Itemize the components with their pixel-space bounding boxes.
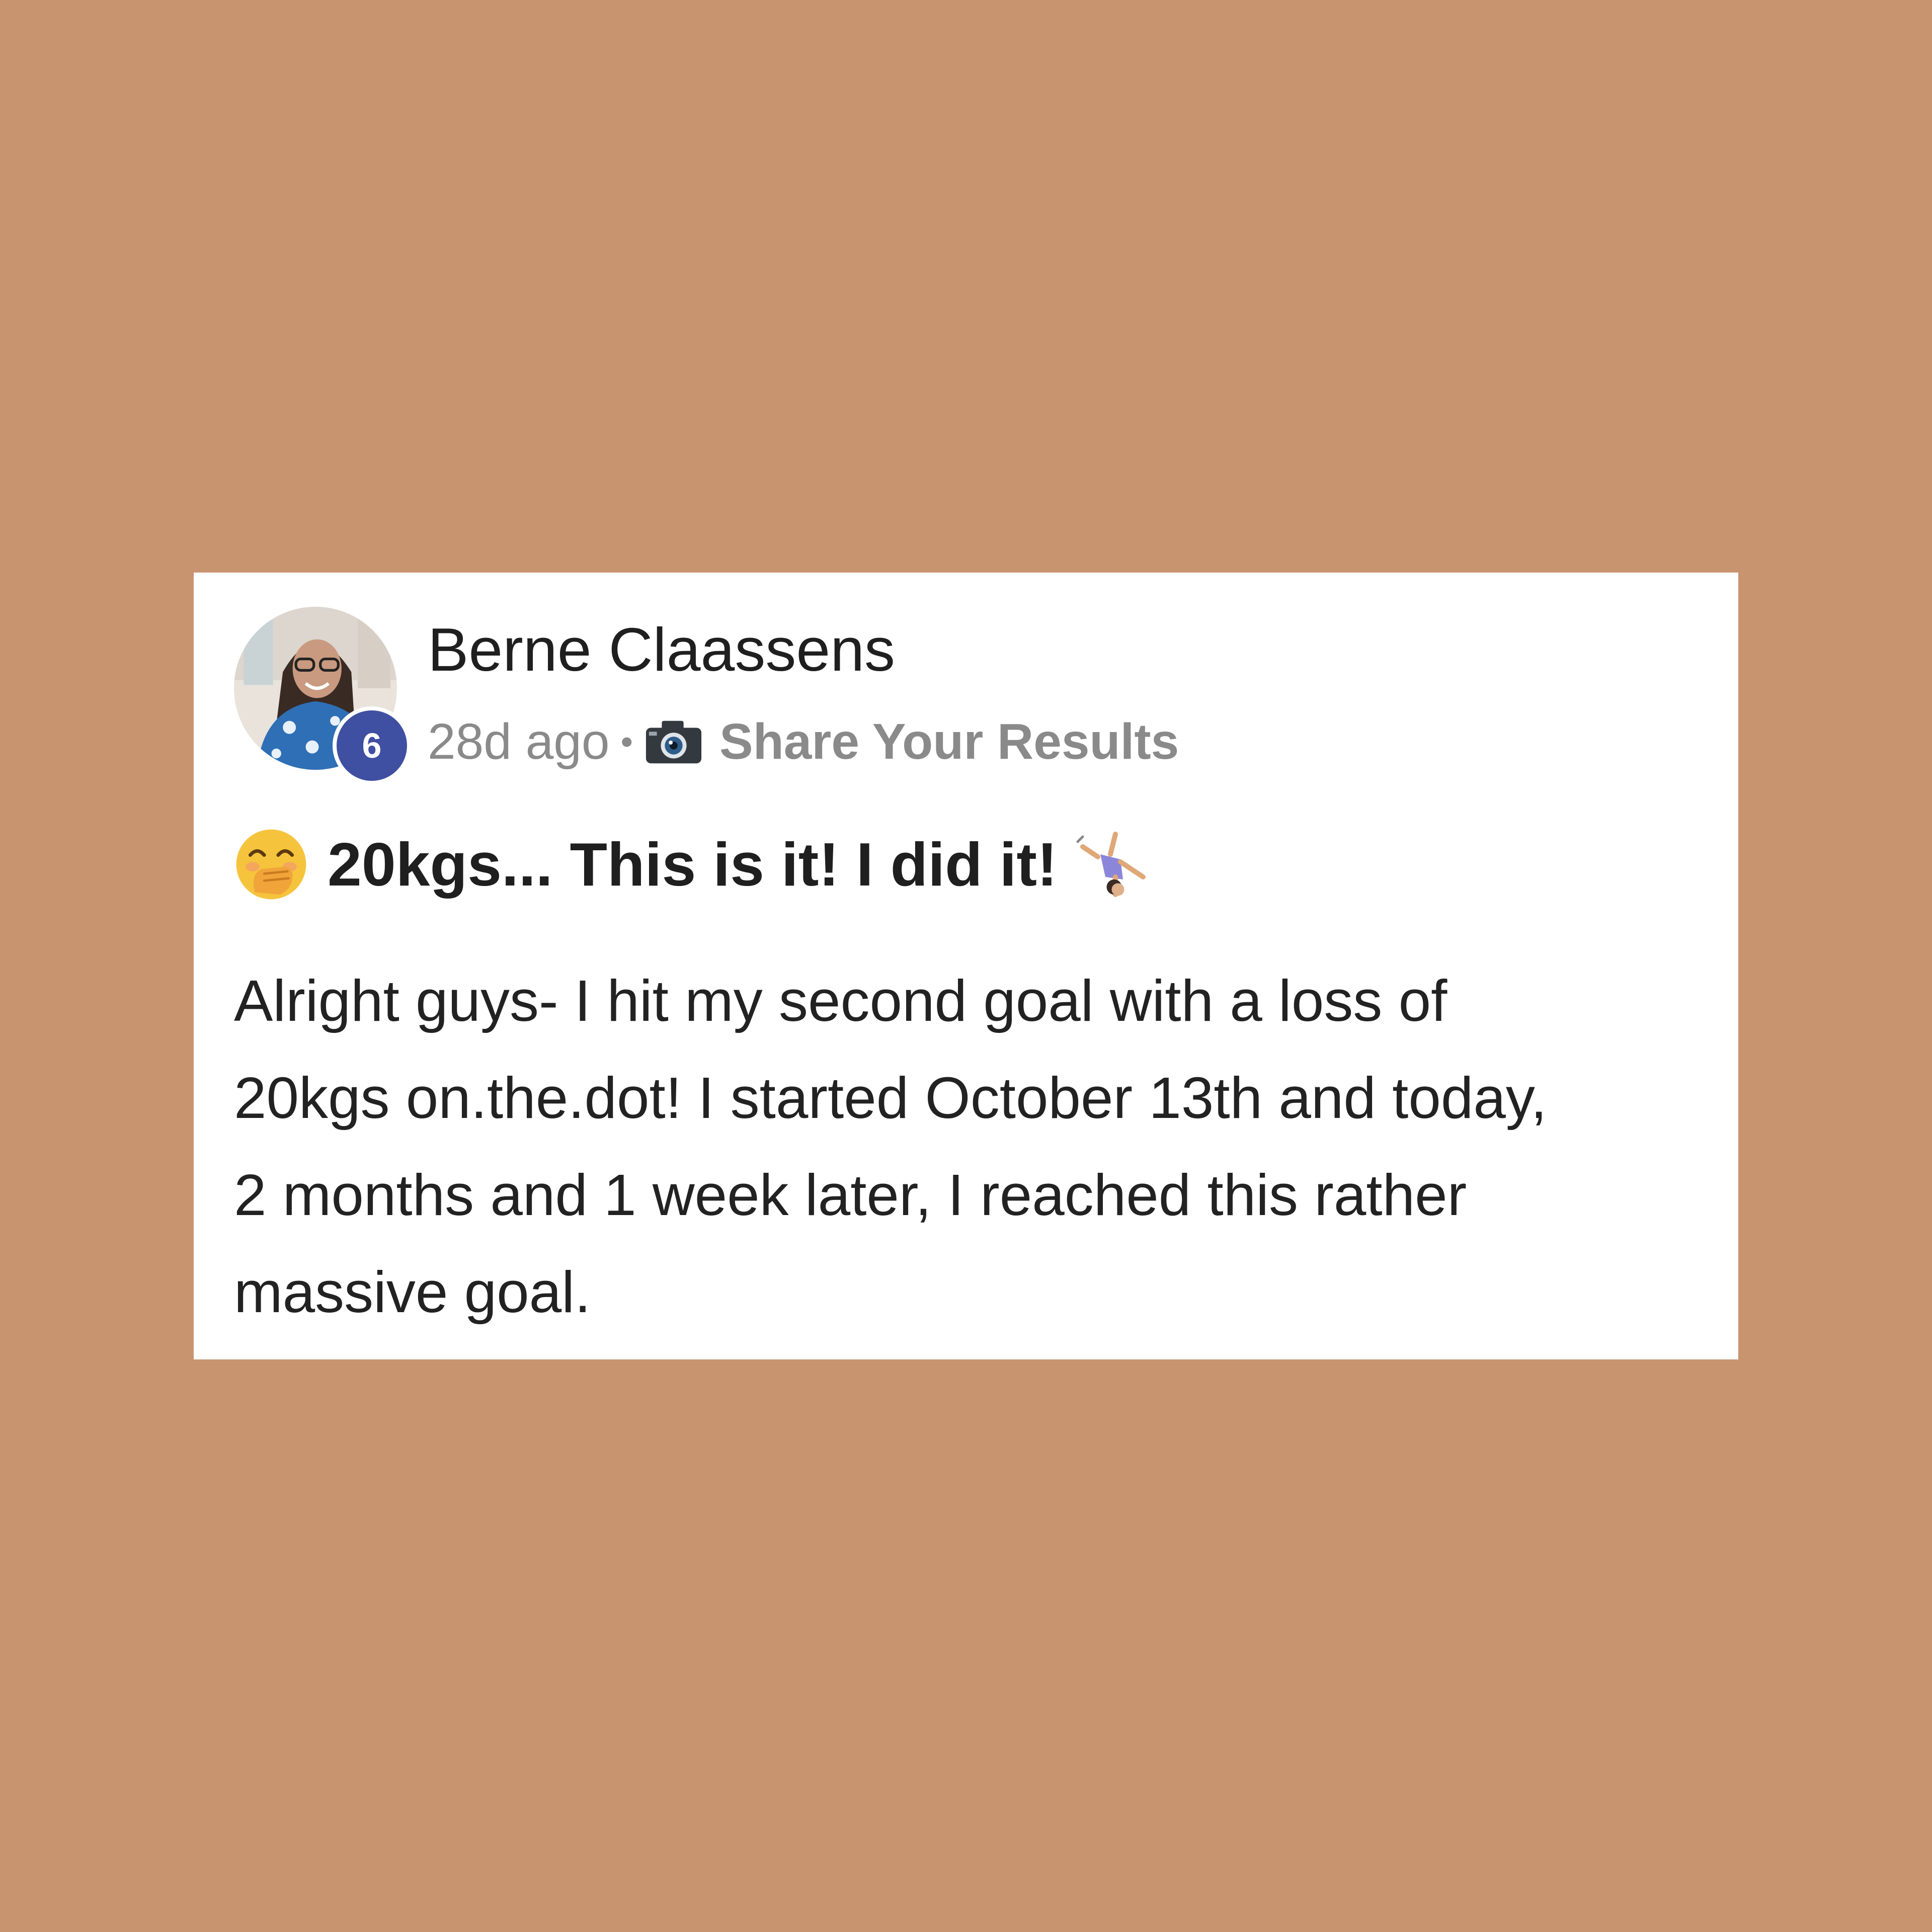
post-title-row: 20kgs... This is it! I did it! bbox=[234, 824, 1153, 905]
face-with-hand-over-mouth-emoji bbox=[236, 829, 306, 900]
post-body-line: massive goal. bbox=[234, 1259, 591, 1325]
post-body-line: 2 months and 1 week later, I reached thi… bbox=[234, 1162, 1467, 1228]
post-body: Alright guys- I hit my second goal with … bbox=[234, 952, 1703, 1341]
level-badge: 6 bbox=[333, 706, 411, 785]
post-card: 6 Berne Claassens 28d ago • Share Your R… bbox=[194, 573, 1738, 1359]
post-body-line: 20kgs on.the.dot! I started October 13th… bbox=[234, 1065, 1547, 1131]
author-name[interactable]: Berne Claassens bbox=[428, 619, 895, 680]
post-meta: 28d ago • Share Your Results bbox=[428, 711, 1179, 772]
post-body-line: Alright guys- I hit my second goal with … bbox=[234, 968, 1447, 1033]
post-time: 28d ago bbox=[428, 713, 610, 770]
meta-separator: • bbox=[620, 722, 633, 761]
post-title: 20kgs... This is it! I did it! bbox=[328, 830, 1058, 899]
camera-icon bbox=[646, 720, 702, 764]
person-cartwheeling-emoji bbox=[1076, 832, 1146, 897]
post-category-link[interactable]: Share Your Results bbox=[719, 716, 1179, 767]
